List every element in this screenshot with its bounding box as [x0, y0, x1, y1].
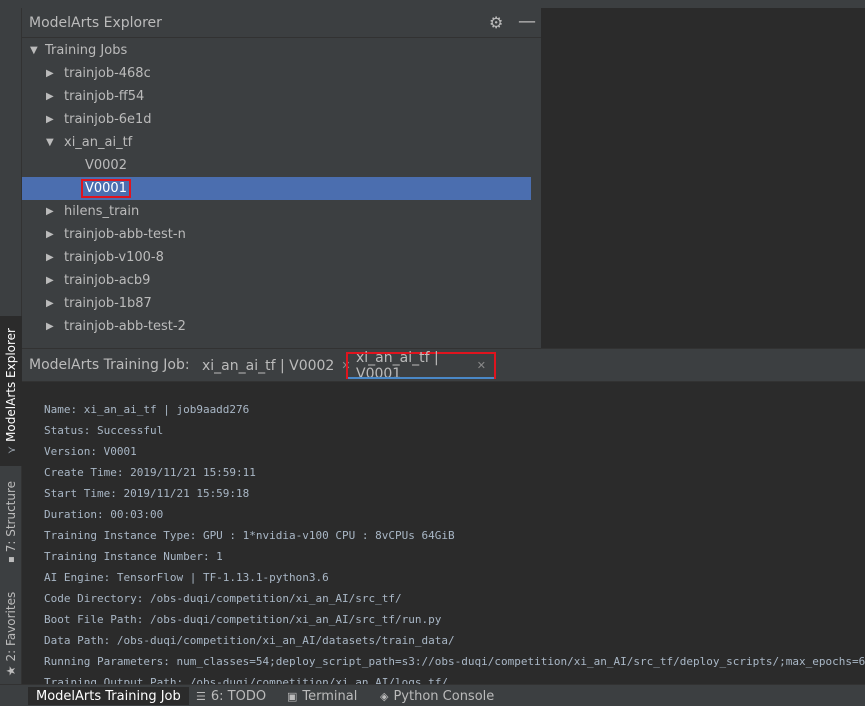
chevron-down-icon[interactable]: ▼: [46, 137, 58, 148]
chevron-right-icon[interactable]: ▶: [46, 68, 58, 79]
chevron-down-icon[interactable]: ▼: [30, 45, 42, 56]
side-tab-modelarts-explorer[interactable]: ⋎ ModelArts Explorer: [0, 316, 22, 466]
side-tab-favorites-label: 2: Favorites: [4, 591, 18, 662]
editor-area: [541, 8, 865, 348]
chevron-right-icon[interactable]: ▶: [46, 91, 58, 102]
detail-instance-number: Training Instance Number: 1: [44, 550, 223, 563]
gear-icon[interactable]: ⚙: [489, 13, 503, 32]
terminal-icon: ▣: [287, 689, 298, 703]
detail-instance-type: Training Instance Type: GPU : 1*nvidia-v…: [44, 529, 455, 542]
tab-xi-an-ai-tf-v0002[interactable]: xi_an_ai_tf | V0002 ✕: [202, 352, 351, 379]
tree-item-trainjob-abb-test-2[interactable]: ▶ trainjob-abb-test-2: [22, 315, 531, 338]
top-strip: [0, 0, 865, 8]
tree-item-v0002[interactable]: V0002: [22, 154, 531, 177]
bottom-tab-terminal[interactable]: ▣ Terminal: [287, 687, 357, 705]
tree-item-trainjob-6e1d[interactable]: ▶ trainjob-6e1d: [22, 108, 531, 131]
chevron-right-icon[interactable]: ▶: [46, 275, 58, 286]
tree-item-trainjob-v100-8[interactable]: ▶ trainjob-v100-8: [22, 246, 531, 269]
detail-running-parameters: Running Parameters: num_classes=54;deplo…: [44, 655, 865, 668]
explorer-title: ModelArts Explorer: [29, 15, 162, 31]
chevron-right-icon[interactable]: ▶: [46, 298, 58, 309]
detail-boot-file-path: Boot File Path: /obs-duqi/competition/xi…: [44, 613, 442, 626]
training-job-title: ModelArts Training Job:: [29, 357, 190, 373]
training-job-header: ModelArts Training Job: xi_an_ai_tf | V0…: [22, 348, 865, 382]
chevron-right-icon[interactable]: ▶: [46, 252, 58, 263]
detail-code-directory: Code Directory: /obs-duqi/competition/xi…: [44, 592, 402, 605]
explorer-header: ModelArts Explorer ⚙ —: [22, 8, 541, 38]
side-tab-explorer-label: ModelArts Explorer: [4, 328, 18, 442]
side-tab-favorites[interactable]: ★ 2: Favorites: [0, 584, 22, 684]
close-icon[interactable]: ✕: [477, 359, 486, 372]
detail-ai-engine: AI Engine: TensorFlow | TF-1.13.1-python…: [44, 571, 329, 584]
minimize-icon[interactable]: —: [518, 11, 536, 32]
tree-item-trainjob-acb9[interactable]: ▶ trainjob-acb9: [22, 269, 531, 292]
detail-duration: Duration: 00:03:00: [44, 508, 164, 521]
detail-status: Status: Successful: [44, 424, 164, 437]
detail-version: Version: V0001: [44, 445, 137, 458]
tree-item-trainjob-abb-test-n[interactable]: ▶ trainjob-abb-test-n: [22, 223, 531, 246]
highlight-box-v0001: V0001: [81, 179, 131, 198]
side-tab-structure-label: 7: Structure: [4, 480, 19, 553]
python-icon: ◈: [380, 689, 389, 703]
detail-start-time: Start Time: 2019/11/21 15:59:18: [44, 487, 250, 500]
tree-item-trainjob-ff54[interactable]: ▶ trainjob-ff54: [22, 85, 531, 108]
tree-item-hilens-train[interactable]: ▶ hilens_train: [22, 200, 531, 223]
tree-root-training-jobs[interactable]: ▼ Training Jobs: [22, 39, 531, 62]
detail-create-time: Create Time: 2019/11/21 15:59:11: [44, 466, 256, 479]
bottom-tab-modelarts-training-job[interactable]: ModelArts Training Job: [28, 687, 189, 705]
left-tool-strip: ⋎ ModelArts Explorer ▪ 7: Structure ★ 2:…: [0, 8, 22, 684]
tree-item-v0001-selected[interactable]: V0001: [22, 177, 531, 200]
detail-data-path: Data Path: /obs-duqi/competition/xi_an_A…: [44, 634, 455, 647]
side-tab-structure[interactable]: ▪ 7: Structure: [0, 472, 22, 572]
chevron-right-icon[interactable]: ▶: [46, 229, 58, 240]
bottom-tool-bar: ModelArts Training Job ☰ 6: TODO ▣ Termi…: [0, 684, 865, 706]
detail-name: Name: xi_an_ai_tf | job9aadd276: [44, 403, 250, 416]
tree-item-trainjob-468c[interactable]: ▶ trainjob-468c: [22, 62, 531, 85]
tab-xi-an-ai-tf-v0001[interactable]: xi_an_ai_tf | V0001 ✕: [346, 350, 496, 382]
chevron-right-icon[interactable]: ▶: [46, 321, 58, 332]
training-jobs-tree: ▼ Training Jobs ▶ trainjob-468c ▶ trainj…: [22, 38, 531, 348]
detail-training-output-path: Training Output Path: /obs-duqi/competit…: [44, 676, 448, 684]
chevron-right-icon[interactable]: ▶: [46, 114, 58, 125]
structure-icon: ▪: [5, 556, 17, 564]
todo-icon: ☰: [196, 689, 206, 703]
bottom-tab-todo[interactable]: ☰ 6: TODO: [196, 687, 266, 705]
explorer-icon: ⋎: [4, 445, 18, 454]
bottom-tab-python-console[interactable]: ◈ Python Console: [380, 687, 494, 705]
chevron-right-icon[interactable]: ▶: [46, 206, 58, 217]
training-job-details: Name: xi_an_ai_tf | job9aadd276 Status: …: [22, 382, 865, 684]
star-icon: ★: [4, 665, 18, 677]
modelarts-explorer-panel: ModelArts Explorer ⚙ — ▼ Training Jobs ▶…: [22, 8, 562, 348]
tree-item-xi-an-ai-tf[interactable]: ▼ xi_an_ai_tf: [22, 131, 531, 154]
tree-item-trainjob-1b87[interactable]: ▶ trainjob-1b87: [22, 292, 531, 315]
